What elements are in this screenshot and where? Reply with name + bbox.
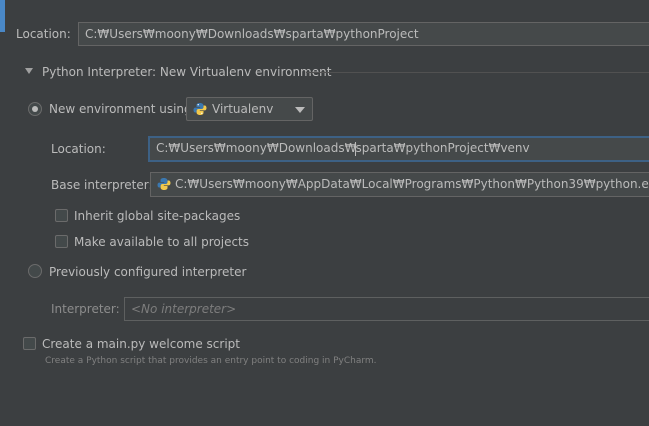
inherit-site-packages-checkbox[interactable] (55, 209, 68, 222)
make-available-checkbox[interactable] (55, 235, 68, 248)
section-divider (306, 72, 649, 73)
environment-tool-dropdown[interactable]: Virtualenv (186, 97, 313, 121)
welcome-script-hint: Create a Python script that provides an … (45, 356, 377, 366)
venv-location-value-end: sparta₩pythonProject₩venv (355, 141, 530, 155)
base-interpreter-value: C:₩Users₩moony₩AppData₩Local₩Programs₩Py… (175, 177, 649, 191)
inherit-site-packages-label[interactable]: Inherit global site-packages (74, 209, 240, 223)
interpreter-dropdown[interactable]: <No interpreter> (124, 297, 649, 321)
interpreter-section-title[interactable]: Python Interpreter: New Virtualenv envir… (42, 65, 331, 79)
chevron-down-icon (295, 107, 305, 113)
venv-location-label: Location: (51, 142, 106, 156)
previous-interpreter-label[interactable]: Previously configured interpreter (49, 265, 246, 279)
venv-location-value-start: C:₩Users₩moony₩Downloads₩ (156, 141, 357, 155)
venv-location-field[interactable]: C:₩Users₩moony₩Downloads₩sparta₩pythonPr… (148, 136, 649, 162)
python-icon (157, 178, 171, 190)
project-location-field[interactable]: C:₩Users₩moony₩Downloads₩sparta₩pythonPr… (78, 22, 649, 46)
interpreter-label: Interpreter: (51, 302, 120, 316)
interpreter-placeholder: <No interpreter> (131, 302, 237, 316)
project-location-label: Location: (16, 27, 71, 41)
new-environment-label[interactable]: New environment using (49, 102, 192, 116)
base-interpreter-dropdown[interactable]: C:₩Users₩moony₩AppData₩Local₩Programs₩Py… (150, 172, 649, 197)
python-icon (193, 103, 207, 115)
selected-sidebar-indicator (0, 0, 5, 32)
welcome-script-checkbox[interactable] (23, 337, 36, 350)
welcome-script-label[interactable]: Create a main.py welcome script (42, 337, 240, 351)
base-interpreter-label: Base interpreter: (51, 178, 153, 192)
previous-interpreter-radio[interactable] (28, 264, 42, 278)
section-collapse-icon[interactable] (25, 68, 33, 74)
project-location-value: C:₩Users₩moony₩Downloads₩sparta₩pythonPr… (85, 27, 419, 41)
new-environment-radio[interactable] (28, 102, 42, 116)
environment-tool-value: Virtualenv (212, 102, 274, 116)
make-available-label[interactable]: Make available to all projects (74, 235, 249, 249)
